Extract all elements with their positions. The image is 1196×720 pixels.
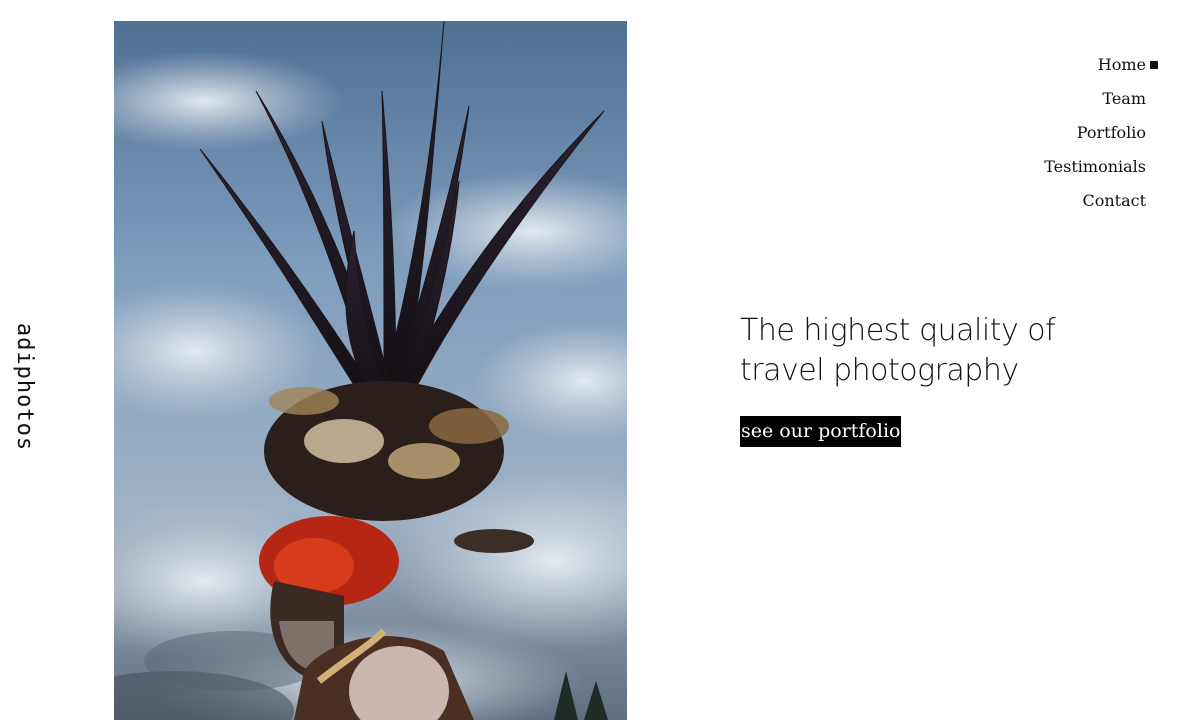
nav-item-home[interactable]: Home xyxy=(1044,52,1146,86)
nav-item-testimonials[interactable]: Testimonials xyxy=(1044,154,1146,188)
headline-line-1: The highest quality of xyxy=(740,313,1056,348)
nav-item-contact[interactable]: Contact xyxy=(1044,188,1146,222)
nav-active-indicator-icon xyxy=(1150,61,1158,69)
hero-photo xyxy=(114,21,627,720)
headline-line-2: travel photography xyxy=(740,353,1019,388)
hero-headline: The highest quality of travel photograph… xyxy=(740,311,1100,391)
hero-photo-illustration xyxy=(114,21,627,720)
page: adiphotos Home Team Portfolio Testimonia… xyxy=(0,0,1196,720)
main-navigation: Home Team Portfolio Testimonials Contact xyxy=(1044,52,1146,222)
nav-item-portfolio[interactable]: Portfolio xyxy=(1044,120,1146,154)
site-logo[interactable]: adiphotos xyxy=(12,323,37,451)
see-portfolio-button[interactable]: see our portfolio xyxy=(740,416,902,447)
nav-item-team[interactable]: Team xyxy=(1044,86,1146,120)
